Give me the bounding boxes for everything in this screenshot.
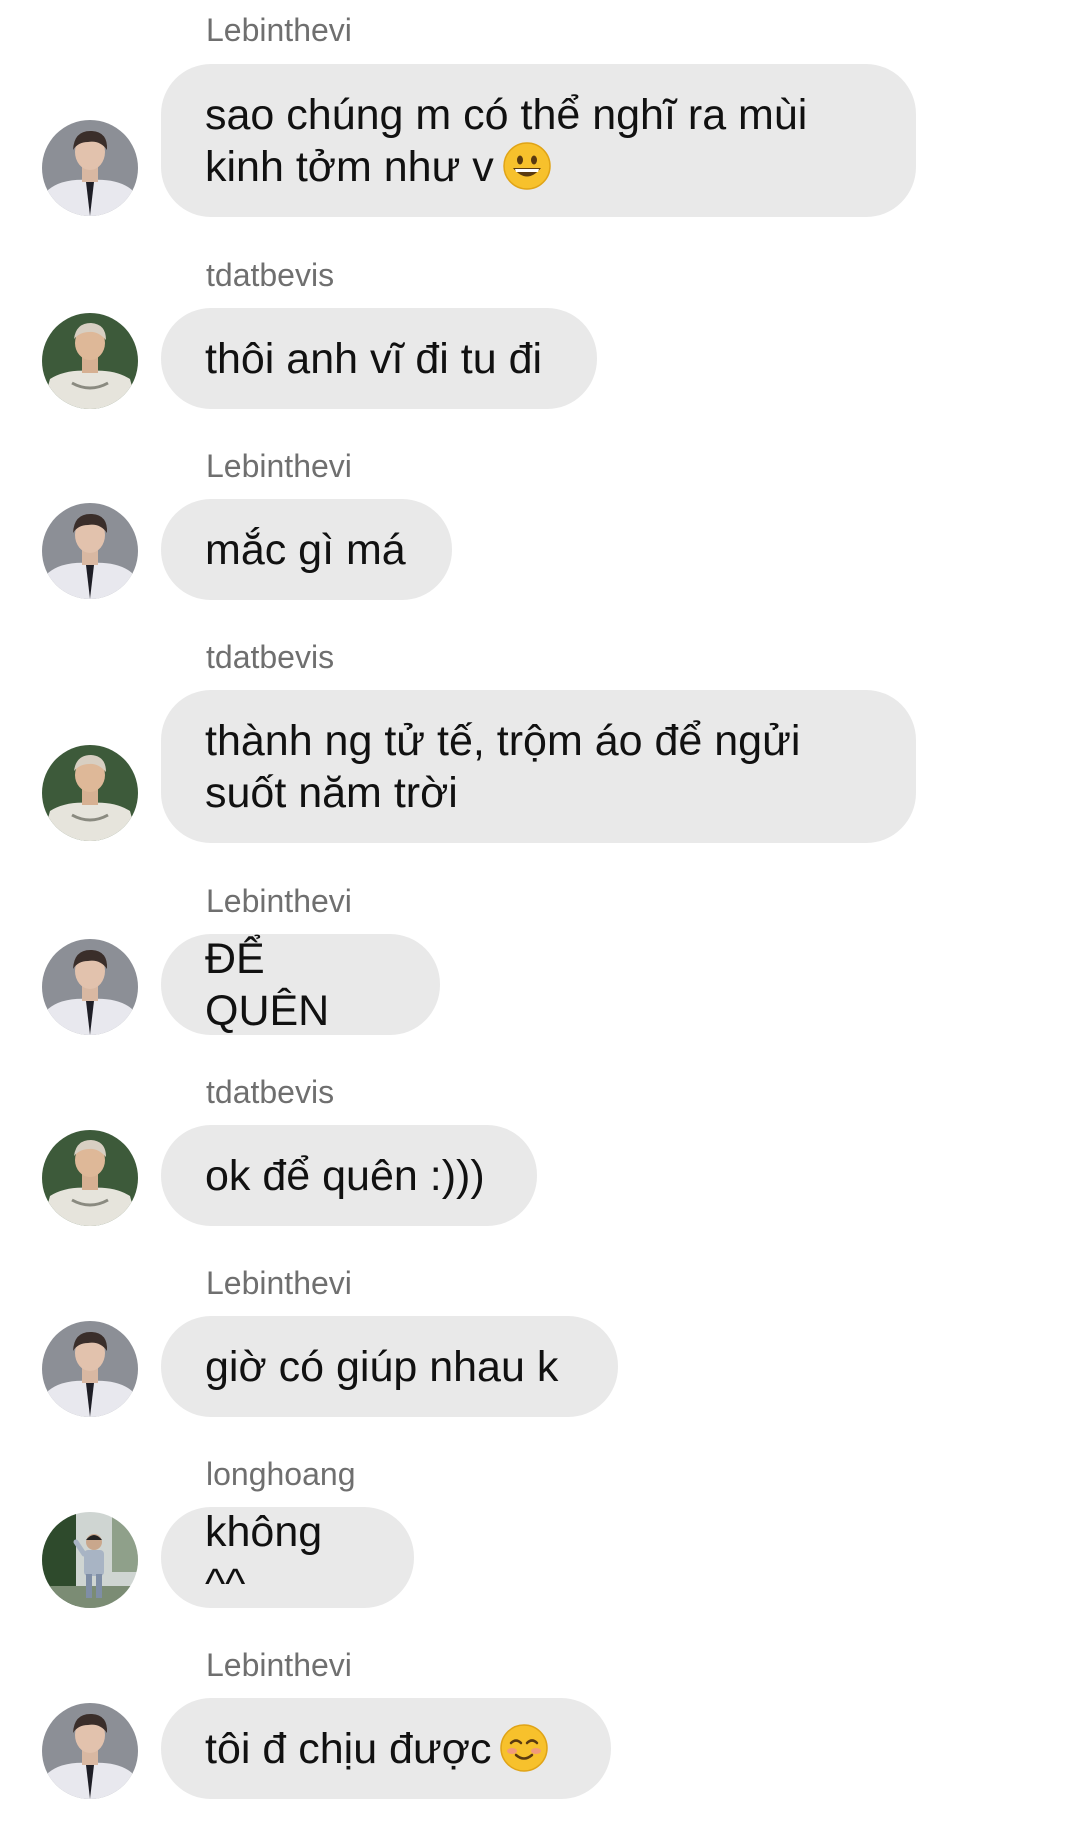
message-bubble[interactable]: ĐỂ QUÊN — [161, 934, 440, 1035]
smiling-face-emoji — [500, 1723, 549, 1772]
sender-name: tdatbevis — [206, 639, 335, 675]
sender-name: Lebinthevi — [206, 883, 352, 919]
sender-name: Lebinthevi — [206, 12, 352, 48]
tdatbevis-avatar[interactable] — [42, 1130, 138, 1226]
sender-name: tdatbevis — [206, 257, 335, 293]
lebinthevi-avatar[interactable] — [42, 939, 138, 1035]
message-bubble[interactable]: ok để quên :))) — [161, 1125, 537, 1226]
message-text: không ^^ — [205, 1507, 335, 1608]
grinning-face-emoji — [503, 141, 551, 190]
message-text: ok để quên :))) — [205, 1151, 485, 1200]
lebinthevi-avatar[interactable] — [42, 503, 138, 599]
message-bubble[interactable]: sao chúng m có thể nghĩ ra mùi kinh tởm … — [161, 64, 916, 217]
message-text: giờ có giúp nhau k — [205, 1342, 559, 1391]
lebinthevi-avatar[interactable] — [42, 120, 138, 216]
message-bubble[interactable]: thôi anh vĩ đi tu đi — [161, 308, 597, 409]
longhoang-avatar[interactable] — [42, 1512, 138, 1608]
message-text: thôi anh vĩ đi tu đi — [205, 334, 543, 383]
message-text: mắc gì má — [205, 525, 406, 574]
sender-name: tdatbevis — [206, 1074, 335, 1110]
sender-name: Lebinthevi — [206, 448, 352, 484]
message-bubble[interactable]: giờ có giúp nhau k — [161, 1316, 618, 1417]
lebinthevi-avatar[interactable] — [42, 1321, 138, 1417]
message-text: ĐỂ QUÊN — [205, 934, 330, 1035]
message-bubble[interactable]: tôi đ chịu được — [161, 1698, 611, 1799]
message-text: thành ng tử tế, trộm áo để ngửi suốt năm… — [205, 716, 801, 817]
message-text: sao chúng m có thể nghĩ ra mùi kinh tởm … — [205, 90, 808, 191]
tdatbevis-avatar[interactable] — [42, 313, 138, 409]
tdatbevis-avatar[interactable] — [42, 745, 138, 841]
message-bubble[interactable]: thành ng tử tế, trộm áo để ngửi suốt năm… — [161, 690, 916, 843]
sender-name: longhoang — [206, 1456, 356, 1492]
message-bubble[interactable]: mắc gì má — [161, 499, 452, 600]
sender-name: Lebinthevi — [206, 1265, 352, 1301]
message-text: tôi đ chịu được — [205, 1723, 549, 1775]
sender-name: Lebinthevi — [206, 1647, 352, 1683]
lebinthevi-avatar[interactable] — [42, 1703, 138, 1799]
message-bubble[interactable]: không ^^ — [161, 1507, 414, 1608]
